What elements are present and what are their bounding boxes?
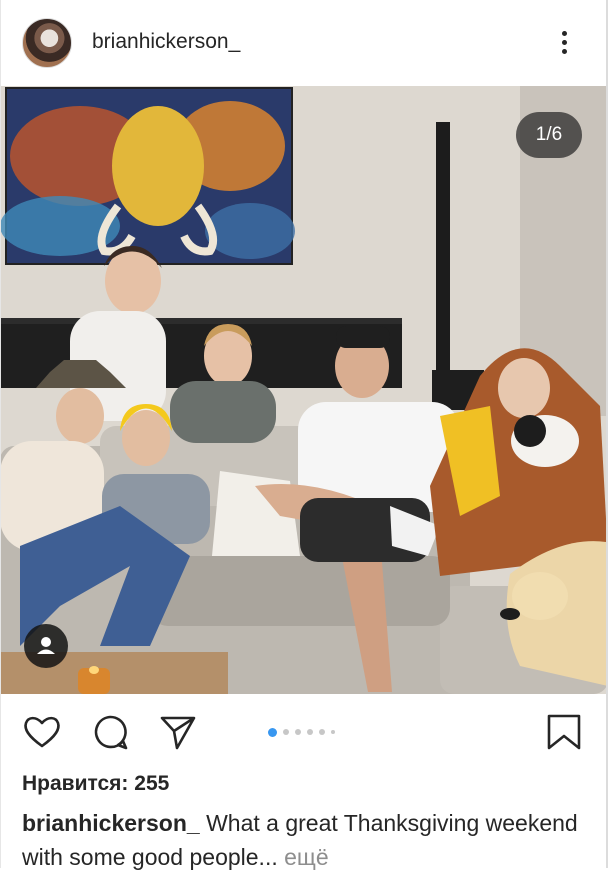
- more-vertical-icon[interactable]: [554, 28, 574, 60]
- paper-plane-icon[interactable]: [158, 712, 198, 752]
- avatar[interactable]: [22, 18, 72, 68]
- username-link[interactable]: brianhickerson_: [92, 30, 240, 54]
- photo-illustration: [0, 86, 608, 694]
- carousel-dot: [268, 727, 277, 737]
- post-caption: brianhickerson_ What a great Thanksgivin…: [22, 806, 588, 874]
- caption-username[interactable]: brianhickerson_: [22, 810, 200, 836]
- carousel-indicator: [268, 727, 335, 737]
- bookmark-outline-icon[interactable]: [544, 712, 584, 752]
- carousel-dot: [307, 729, 313, 735]
- image-counter-badge: 1/6: [516, 112, 582, 158]
- carousel-dot: [283, 729, 289, 735]
- more-link[interactable]: ещё: [284, 844, 329, 870]
- post-header: brianhickerson_: [0, 0, 608, 86]
- likes-count[interactable]: Нравится: 255: [22, 772, 169, 796]
- carousel-dot: [295, 729, 301, 735]
- comment-bubble-icon[interactable]: [90, 712, 130, 752]
- person-icon[interactable]: [24, 624, 68, 668]
- post-photo[interactable]: 1/6: [0, 86, 608, 694]
- heart-outline-icon[interactable]: [22, 712, 62, 752]
- carousel-dot: [319, 729, 325, 735]
- carousel-dot: [331, 730, 335, 734]
